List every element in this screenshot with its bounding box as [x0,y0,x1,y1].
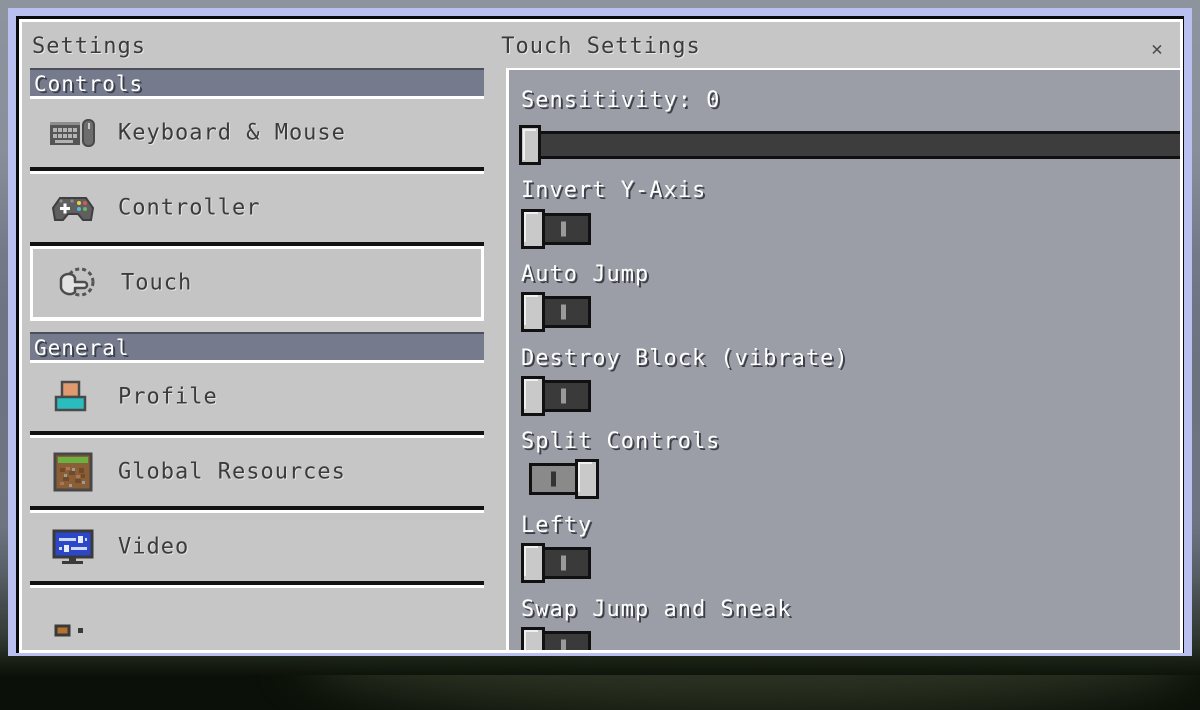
section-label: General [34,336,130,360]
swap-jump-sneak-toggle[interactable] [521,627,591,650]
panel-title: Touch Settings [22,34,1180,59]
sidebar-item-touch[interactable]: Touch [30,246,484,321]
toggle-tick [561,222,566,237]
toggle-knob [521,627,545,650]
section-label: Controls [34,72,143,96]
toggle-knob [575,459,599,499]
toggle-knob [521,292,545,332]
lefty-toggle[interactable] [521,543,591,583]
keyboard-mouse-icon [48,111,98,155]
sidebar-item-controller[interactable]: Controller [30,171,484,246]
invert-y-axis-toggle[interactable] [521,209,591,249]
sidebar-item-label: Keyboard & Mouse [118,121,346,146]
sensitivity-slider-handle[interactable] [519,125,541,165]
toggle-track [541,213,591,245]
sidebar-item-label: Profile [118,385,218,410]
sidebar-item-label: Video [118,535,189,560]
touch-settings-panel: Sensitivity: 0 Invert Y-Axis Auto Jump D… [506,68,1180,650]
toggle-knob [521,209,545,249]
sidebar-section-header-general: General [30,332,484,360]
sidebar-item-keyboard-mouse[interactable]: Keyboard & Mouse [30,96,484,171]
toggle-tick [551,472,556,487]
toggle-tick [561,556,566,571]
sidebar-item-label: Global Resources [118,460,346,485]
window-body: Settings Touch Settings ✕ Controls [22,22,1180,650]
toggle-track [541,547,591,579]
split-controls-label: Split Controls [521,429,720,454]
toggle-track [541,380,591,412]
sidebar-item-label: Controller [118,196,260,221]
auto-jump-toggle[interactable] [521,292,591,332]
sidebar-item-global-resources[interactable]: Global Resources [30,435,484,510]
monitor-sliders-icon [48,525,98,569]
settings-window: Settings Touch Settings ✕ Controls [8,8,1192,656]
sidebar-item-profile[interactable]: Profile [30,360,484,435]
title-bar: Settings Touch Settings ✕ [22,22,1180,68]
touch-hand-icon [51,261,101,305]
destroy-block-vibrate-label: Destroy Block (vibrate) [521,346,849,371]
gamepad-icon [48,186,98,230]
grass-block-icon [48,450,98,494]
swap-jump-sneak-label: Swap Jump and Sneak [521,597,792,622]
settings-sidebar[interactable]: Controls [22,68,492,650]
toggle-tick [561,389,566,404]
player-profile-icon [48,375,98,419]
sidebar-item-partial[interactable] [30,585,484,650]
toggle-tick [561,640,566,651]
auto-jump-label: Auto Jump [521,262,649,287]
sensitivity-slider-track[interactable] [523,131,1180,159]
destroy-block-vibrate-toggle[interactable] [521,376,591,416]
lefty-label: Lefty [521,513,592,538]
sidebar-section-header-controls: Controls [30,68,484,96]
split-controls-toggle[interactable] [529,459,599,499]
toggle-track [541,296,591,328]
sensitivity-label: Sensitivity: 0 [521,88,720,113]
sidebar-item-video[interactable]: Video [30,510,484,585]
toggle-knob [521,376,545,416]
close-icon[interactable]: ✕ [1146,38,1168,60]
sidebar-item-label: Touch [121,271,192,296]
toggle-track [541,631,591,650]
toggle-knob [521,543,545,583]
toggle-tick [561,305,566,320]
partial-icon [48,600,98,644]
invert-y-axis-label: Invert Y-Axis [521,178,706,203]
